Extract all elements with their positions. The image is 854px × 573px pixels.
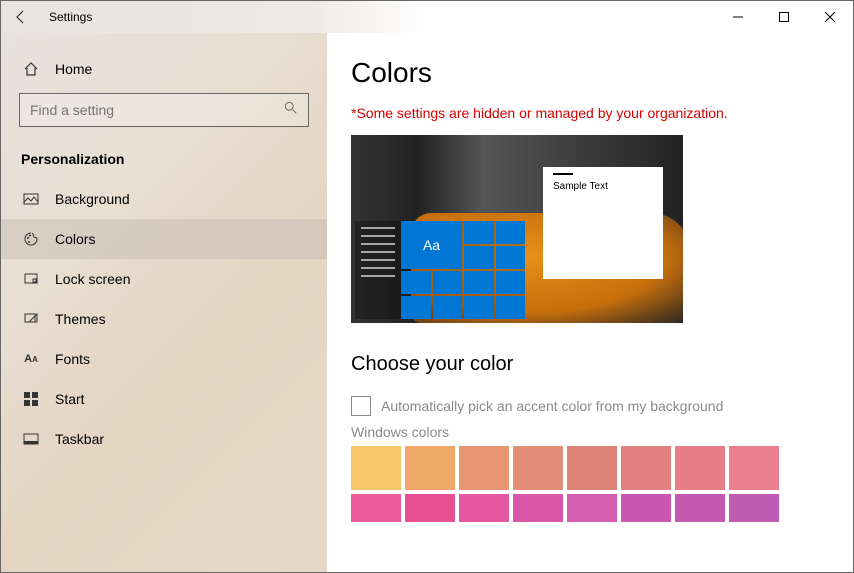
page-title: Colors [351, 57, 823, 89]
close-button[interactable] [807, 1, 853, 33]
home-button[interactable]: Home [1, 51, 327, 87]
sidebar: Home Personalization Background Colors L… [1, 33, 327, 572]
auto-accent-label: Automatically pick an accent color from … [381, 398, 723, 414]
sidebar-item-background[interactable]: Background [1, 179, 327, 219]
color-swatch[interactable] [405, 446, 455, 490]
color-swatch[interactable] [729, 494, 779, 522]
color-swatch[interactable] [621, 446, 671, 490]
sidebar-item-label: Background [55, 191, 130, 207]
policy-message: *Some settings are hidden or managed by … [351, 105, 823, 121]
sidebar-item-lock-screen[interactable]: Lock screen [1, 259, 327, 299]
search-input[interactable] [19, 93, 309, 127]
content-area: Colors *Some settings are hidden or mana… [327, 33, 853, 572]
color-swatch[interactable] [621, 494, 671, 522]
color-swatch[interactable] [513, 494, 563, 522]
color-swatches-row1 [351, 446, 823, 490]
color-swatch[interactable] [513, 446, 563, 490]
lock-screen-icon [21, 271, 41, 287]
preview-sample-window: Sample Text [543, 167, 663, 279]
sidebar-item-colors[interactable]: Colors [1, 219, 327, 259]
color-swatch[interactable] [459, 446, 509, 490]
titlebar: Settings [1, 1, 853, 33]
color-swatches-row2 [351, 494, 823, 522]
color-swatch[interactable] [351, 494, 401, 522]
search-icon [284, 101, 298, 120]
themes-icon [21, 311, 41, 327]
section-title: Personalization [1, 137, 327, 179]
sidebar-item-fonts[interactable]: AA Fonts [1, 339, 327, 379]
maximize-button[interactable] [761, 1, 807, 33]
sidebar-item-label: Taskbar [55, 431, 104, 447]
color-swatch[interactable] [675, 494, 725, 522]
window-title: Settings [49, 10, 92, 24]
sidebar-item-label: Colors [55, 231, 95, 247]
back-button[interactable] [1, 9, 41, 25]
home-label: Home [55, 61, 92, 77]
palette-icon [21, 231, 41, 247]
windows-colors-label: Windows colors [351, 424, 823, 440]
home-icon [21, 61, 41, 77]
auto-accent-checkbox[interactable] [351, 396, 371, 416]
color-swatch[interactable] [405, 494, 455, 522]
color-swatch[interactable] [351, 446, 401, 490]
fonts-icon: AA [21, 353, 41, 365]
sidebar-item-label: Fonts [55, 351, 90, 367]
sidebar-item-themes[interactable]: Themes [1, 299, 327, 339]
preview-sample-text: Sample Text [553, 181, 653, 192]
picture-icon [21, 191, 41, 207]
color-swatch[interactable] [567, 494, 617, 522]
color-swatch[interactable] [729, 446, 779, 490]
sidebar-item-label: Lock screen [55, 271, 130, 287]
color-swatch[interactable] [459, 494, 509, 522]
choose-color-heading: Choose your color [351, 353, 823, 376]
minimize-button[interactable] [715, 1, 761, 33]
sidebar-item-label: Themes [55, 311, 106, 327]
color-swatch[interactable] [675, 446, 725, 490]
preview-tile-label: Aa [401, 221, 462, 269]
taskbar-icon [21, 431, 41, 447]
color-swatch[interactable] [567, 446, 617, 490]
sidebar-item-start[interactable]: Start [1, 379, 327, 419]
start-icon [21, 392, 41, 406]
sidebar-item-label: Start [55, 391, 85, 407]
preview-thumbnail: Aa Sample Text [351, 135, 683, 323]
search-field[interactable] [30, 102, 284, 118]
sidebar-item-taskbar[interactable]: Taskbar [1, 419, 327, 459]
